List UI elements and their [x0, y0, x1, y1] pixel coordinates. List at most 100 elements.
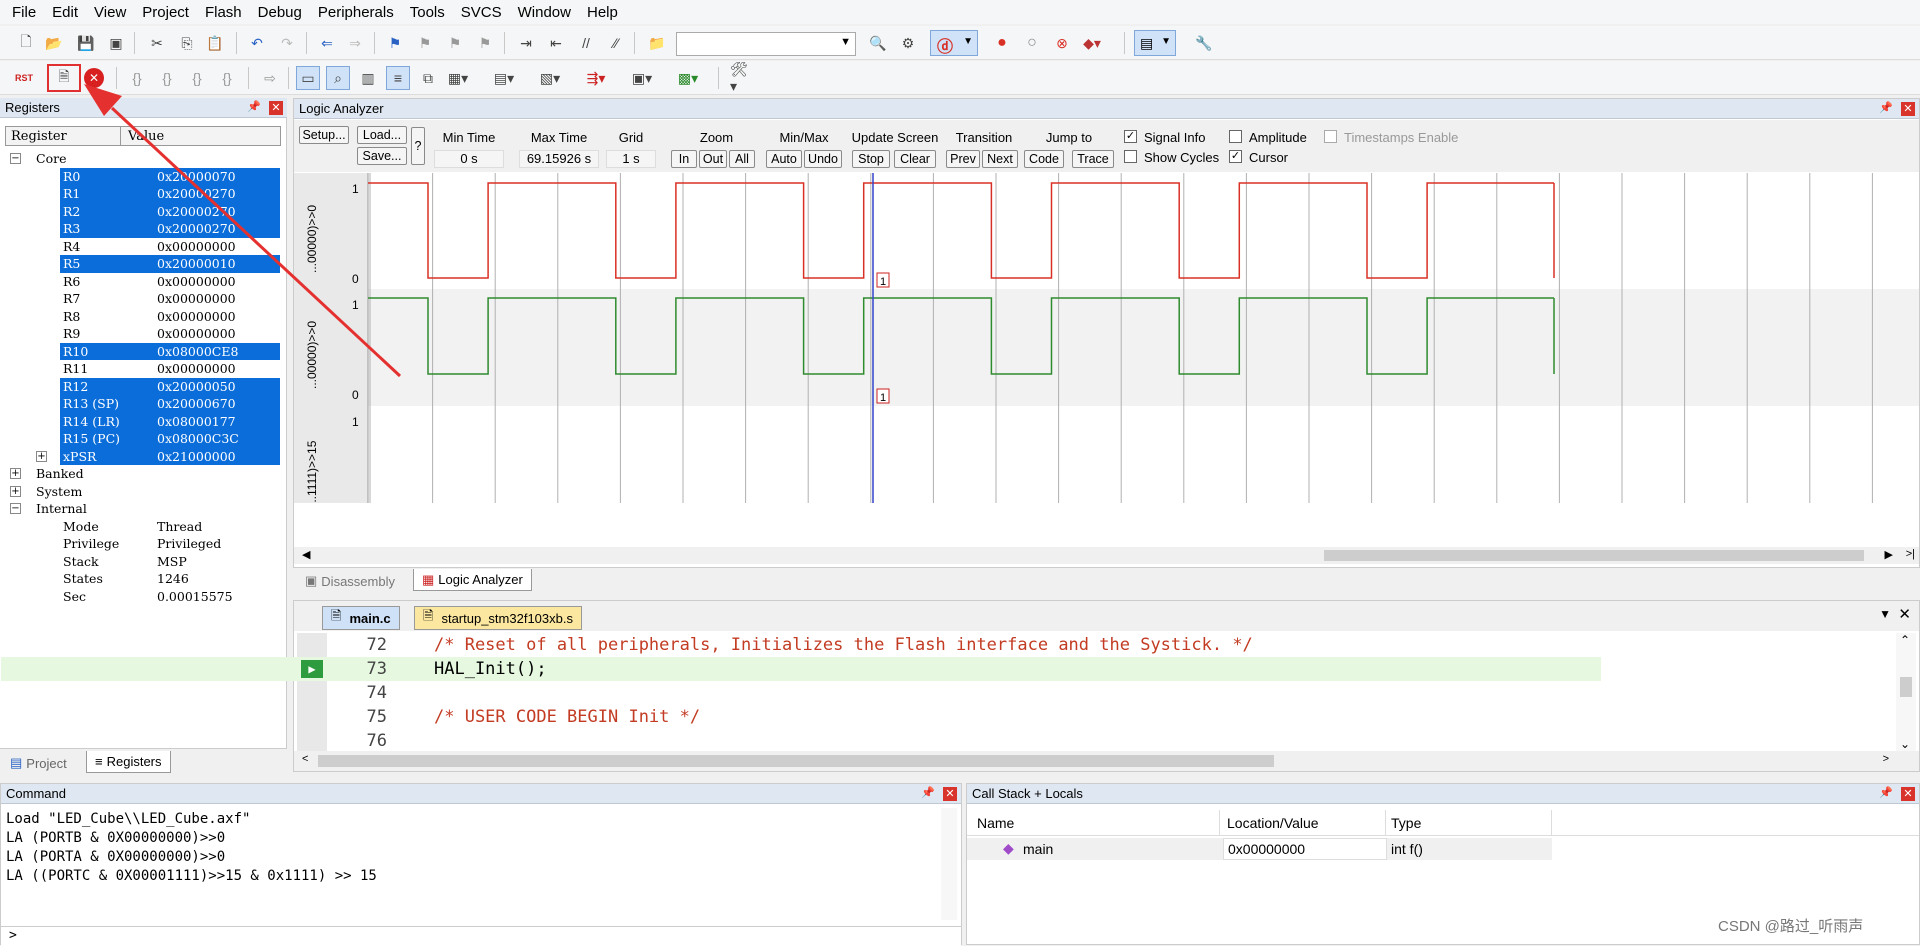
command-vscroll[interactable]	[941, 808, 957, 920]
max-time-label: Max Time	[530, 130, 588, 145]
logic-analyzer-panel: Logic Analyzer 📌 ✕ Setup... Load... Save…	[293, 98, 1920, 568]
register-row[interactable]: R15 (PC) 0x08000C3C	[0, 430, 285, 448]
pin-icon[interactable]: 📌	[921, 786, 935, 799]
show-cycles-checkbox[interactable]	[1124, 150, 1137, 163]
register-name: Mode	[63, 518, 99, 534]
minmax-label: Min/Max	[779, 130, 829, 145]
breakpoint-kill-icon[interactable]: ◆▾	[1080, 31, 1104, 55]
tab-registers[interactable]: ≡ Registers	[86, 751, 171, 773]
register-value: Privileged	[157, 536, 222, 551]
next-button[interactable]: Next	[982, 150, 1018, 168]
code-line[interactable]: 72 /* Reset of all peripherals, Initializ…	[1, 633, 1601, 657]
window-layout-button[interactable]: ▤ ▼	[1134, 30, 1176, 56]
breakpoint-clear-icon[interactable]: ⊗	[1050, 31, 1074, 55]
grid-value: 1 s	[606, 150, 656, 168]
code-line[interactable]: ▶ 73 HAL_Init();	[1, 657, 1601, 681]
serial-window-icon[interactable]: ▧▾	[538, 66, 562, 90]
configure-icon[interactable]: 🔧	[1192, 31, 1216, 55]
cursor-label: Cursor	[1249, 150, 1289, 165]
close-icon[interactable]: ✕	[1901, 102, 1915, 116]
register-row[interactable]: + xPSR 0x21000000	[0, 447, 285, 465]
zoom-label: Zoom	[699, 130, 734, 145]
code-line[interactable]: 74	[1, 681, 1601, 705]
register-value: 0.00015575	[157, 588, 233, 604]
close-icon[interactable]: ✕	[1898, 605, 1911, 623]
code-text: /* Reset of all peripherals, Initializes…	[434, 635, 1253, 655]
signal-lane	[294, 406, 1919, 503]
pin-icon[interactable]: 📌	[1879, 101, 1893, 114]
zoom-in-button[interactable]: In	[671, 150, 697, 168]
system-viewer-icon[interactable]: ▩▾	[676, 66, 700, 90]
menu-window[interactable]: Window	[510, 4, 579, 21]
close-icon[interactable]: ✕	[943, 787, 957, 801]
col-name: Name	[977, 815, 1015, 831]
incremental-find-icon[interactable]: ⚙	[896, 31, 920, 55]
register-row[interactable]: Mode Thread	[0, 518, 285, 536]
register-row[interactable]: R14 (LR) 0x08000177	[0, 412, 285, 430]
register-value: 0x08000C3C	[157, 431, 239, 446]
register-row[interactable]: Sec 0.00015575	[0, 588, 285, 606]
tab-project[interactable]: ▤ Project	[2, 752, 75, 774]
register-row[interactable]: Privilege Privileged	[0, 535, 285, 553]
analysis-window-icon[interactable]: ⇶▾	[584, 66, 608, 90]
amplitude-checkbox[interactable]	[1229, 130, 1242, 143]
register-row[interactable]: Stack MSP	[0, 553, 285, 571]
clear-button[interactable]: Clear	[894, 150, 936, 168]
command-input[interactable]: >	[1, 926, 961, 946]
prev-button[interactable]: Prev	[946, 150, 980, 168]
tab-logic-analyzer[interactable]: ▦ Logic Analyzer	[413, 569, 532, 591]
timestamps-checkbox[interactable]	[1324, 130, 1337, 143]
register-row[interactable]: States 1246	[0, 570, 285, 588]
zoom-out-button[interactable]: Out	[699, 150, 727, 168]
waveform-area[interactable]: 10...00000)>>0110...00000)>>0110...1111)…	[294, 173, 1919, 503]
tree-group-system[interactable]: + System	[0, 483, 285, 501]
unindent-icon[interactable]: ⇤	[544, 31, 568, 55]
code-line[interactable]: 76	[1, 729, 1601, 753]
expand-icon[interactable]: +	[36, 450, 47, 462]
expand-icon[interactable]: +	[10, 468, 21, 479]
menu-help[interactable]: Help	[579, 4, 626, 21]
tree-group-banked[interactable]: + Banked	[0, 465, 285, 483]
indent-icon[interactable]: ⇥	[514, 31, 538, 55]
tab-list-icon[interactable]: ▼	[1879, 607, 1891, 621]
stop-button[interactable]: Stop	[852, 150, 890, 168]
breakpoint-icon[interactable]: ●	[990, 31, 1014, 55]
command-output: Load "LED_Cube\\LED_Cube.axf" LA (PORTB &…	[1, 808, 941, 928]
editor-vscroll[interactable]: ⌃ ⌄	[1896, 633, 1916, 751]
tree-group-label: Banked	[36, 466, 84, 481]
la-hscroll[interactable]: ◀ ▶ >|	[294, 547, 1919, 564]
close-icon[interactable]: ✕	[1901, 787, 1915, 801]
code-line[interactable]: 75 /* USER CODE BEGIN Init */	[1, 705, 1601, 729]
code-area[interactable]: 72 /* Reset of all peripherals, Initializ…	[1, 633, 1901, 753]
expand-icon[interactable]: +	[10, 485, 21, 497]
find-combo[interactable]: ▼	[676, 32, 856, 56]
undo-button[interactable]: Undo	[804, 150, 842, 168]
tab-main-c[interactable]: 🗎 main.c	[322, 606, 400, 630]
find-in-files-icon[interactable]: 📁	[645, 31, 669, 55]
toolbox-icon[interactable]: 🛠▾	[730, 61, 754, 94]
uncomment-icon[interactable]: ⁄⁄	[604, 31, 628, 55]
collapse-icon[interactable]: −	[10, 503, 21, 514]
debug-session-button[interactable]: ⓓ ▼	[930, 30, 978, 56]
trace-window-icon[interactable]: ▣▾	[630, 66, 654, 90]
signal-label: ...1111)>>15	[305, 440, 319, 503]
code-button[interactable]: Code	[1024, 150, 1064, 168]
auto-button[interactable]: Auto	[766, 150, 802, 168]
pin-icon[interactable]: 📌	[1879, 786, 1893, 799]
tab-disassembly[interactable]: ▣ Disassembly	[297, 570, 403, 592]
line-number: 74	[366, 683, 387, 703]
breakpoint-disable-icon[interactable]: ○	[1020, 31, 1044, 55]
callstack-header: Call Stack + Locals 📌 ✕	[967, 784, 1919, 804]
find-icon[interactable]: 🔍	[866, 31, 890, 55]
zoom-all-button[interactable]: All	[729, 150, 755, 168]
tab-startup-s[interactable]: 🗎 startup_stm32f103xb.s	[414, 606, 582, 630]
row-name: main	[1023, 841, 1054, 857]
trace-button[interactable]: Trace	[1072, 150, 1114, 168]
table-row[interactable]: ◆ main 0x00000000 int f()	[967, 838, 1552, 860]
editor-hscroll[interactable]: < >	[294, 751, 1919, 771]
tree-group-internal[interactable]: − Internal	[0, 500, 285, 518]
signal-info-checkbox[interactable]: ✓	[1124, 130, 1137, 143]
cursor-checkbox[interactable]: ✓	[1229, 150, 1242, 163]
comment-icon[interactable]: //	[574, 31, 598, 55]
line-number: 76	[366, 731, 387, 751]
